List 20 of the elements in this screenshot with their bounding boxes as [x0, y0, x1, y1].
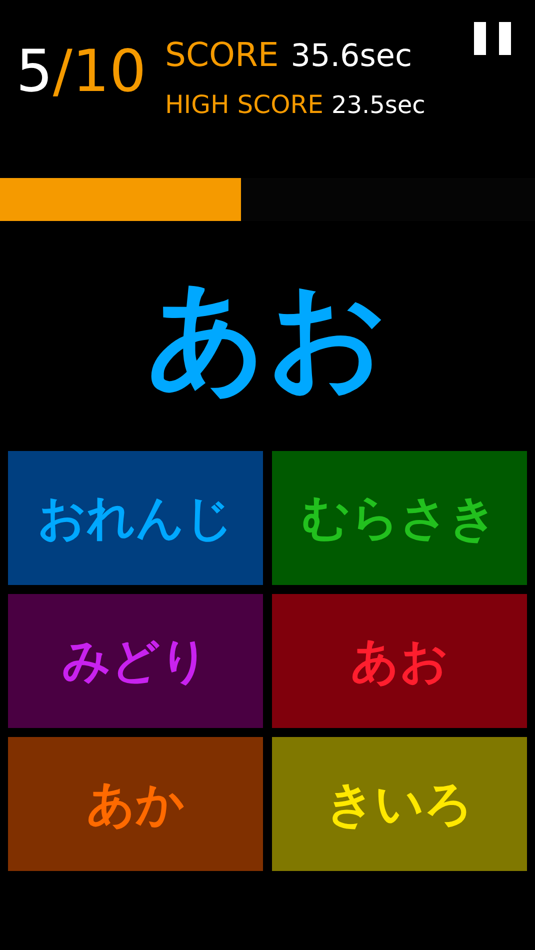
answer-button[interactable]: きいろ	[272, 737, 527, 871]
question-number: 5	[16, 42, 53, 100]
answer-label: あか	[86, 775, 184, 834]
answer-label: あお	[350, 632, 448, 691]
score-label: SCORE	[165, 38, 279, 71]
answer-label: おれんじ	[38, 489, 234, 548]
high-score-label: HIGH SCORE	[165, 92, 324, 117]
answer-button[interactable]: おれんじ	[8, 451, 263, 585]
pause-button[interactable]	[474, 22, 511, 55]
high-score-value: 23.5sec	[331, 93, 426, 117]
question-word: あお	[146, 265, 388, 406]
answer-button[interactable]: あお	[272, 594, 527, 728]
answer-label: みどり	[62, 632, 209, 691]
question-total: /10	[52, 42, 146, 100]
score-value: 35.6sec	[290, 41, 412, 72]
answer-label: きいろ	[326, 775, 473, 834]
answer-button[interactable]: あか	[8, 737, 263, 871]
answer-label: むらさき	[302, 489, 498, 548]
answer-button[interactable]: みどり	[8, 594, 263, 728]
answer-button[interactable]: むらさき	[272, 451, 527, 585]
